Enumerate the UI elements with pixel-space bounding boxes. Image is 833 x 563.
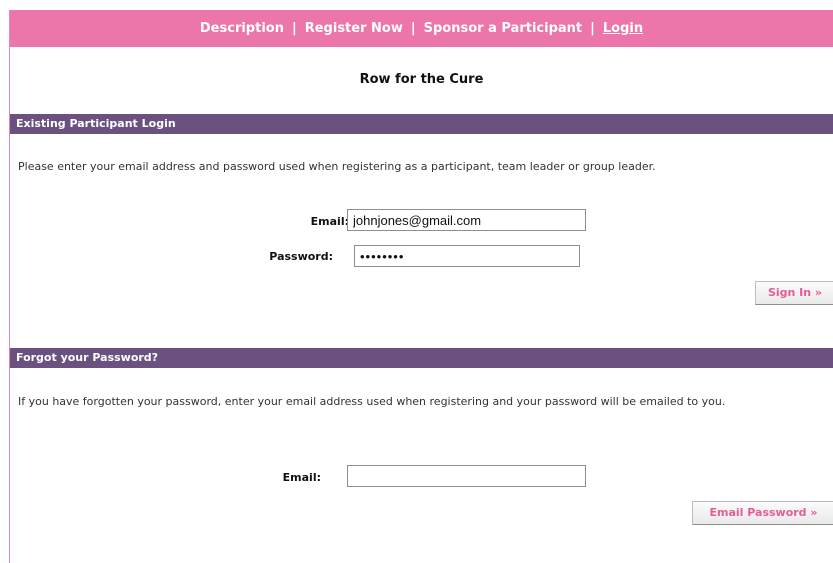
login-email-input[interactable]	[347, 209, 586, 231]
nav-separator: |	[590, 21, 595, 36]
forgot-password-instructions: If you have forgotten your password, ent…	[18, 395, 726, 408]
page: Description | Register Now | Sponsor a Parti…	[0, 0, 833, 563]
nav-link-description[interactable]: Description	[200, 21, 284, 36]
login-password-label: Password:	[269, 250, 333, 263]
forgot-email-label: Email:	[282, 471, 321, 484]
login-password-input[interactable]	[354, 245, 580, 267]
login-email-label: Email:	[310, 215, 349, 228]
nav-link-sponsor-a-participant[interactable]: Sponsor a Participant	[424, 21, 583, 36]
forgot-password-section-header: Forgot your Password?	[10, 348, 833, 368]
nav-link-register-now[interactable]: Register Now	[305, 21, 403, 36]
email-password-button[interactable]: Email Password »	[692, 501, 833, 525]
sign-in-button[interactable]: Sign In »	[755, 281, 833, 305]
page-title: Row for the Cure	[359, 72, 484, 87]
nav-separator: |	[410, 21, 416, 36]
top-navigation-bar: Description | Register Now | Sponsor a Parti…	[10, 10, 833, 47]
forgot-email-input[interactable]	[347, 465, 586, 487]
login-section-header: Existing Participant Login	[10, 114, 833, 134]
login-instructions: Please enter your email address and pass…	[18, 160, 656, 173]
left-border-line	[9, 10, 10, 563]
nav-separator: |	[291, 21, 297, 36]
nav-link-login[interactable]: Login	[603, 21, 643, 36]
